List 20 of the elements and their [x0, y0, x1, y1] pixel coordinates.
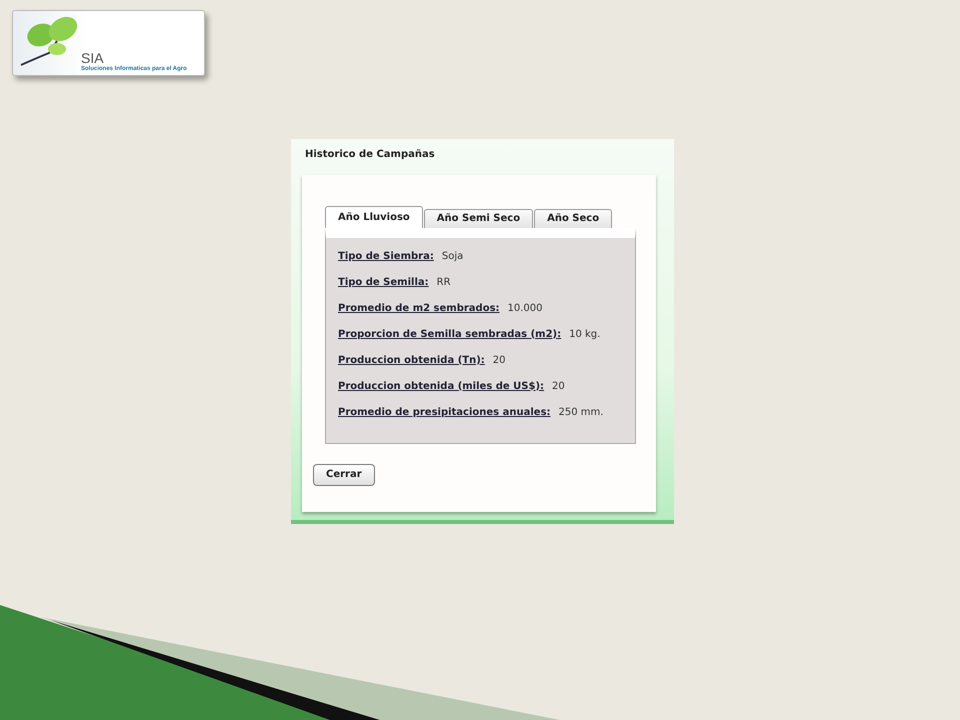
field-value: Soja — [442, 250, 464, 262]
field-value: 10.000 — [508, 302, 543, 314]
field-label: Tipo de Siembra: — [338, 250, 434, 262]
tab[interactable]: Año Lluvioso — [325, 206, 423, 228]
field-label: Promedio de m2 sembrados: — [338, 302, 500, 314]
tab[interactable]: Año Seco — [534, 209, 612, 228]
dialog-title: Historico de Campañas — [305, 149, 436, 160]
field-label: Proporcion de Semilla sembradas (m2): — [338, 328, 562, 340]
field-label: Produccion obtenida (Tn): — [338, 354, 485, 366]
tab[interactable]: Año Semi Seco — [424, 209, 534, 228]
field-value: 20 — [552, 380, 565, 392]
logo-title: SIA — [81, 50, 104, 66]
field-value: 10 kg. — [569, 328, 600, 340]
field-label: Produccion obtenida (miles de US$): — [338, 380, 544, 392]
field-value: 250 mm. — [558, 406, 604, 418]
close-button[interactable]: Cerrar — [313, 464, 375, 486]
field-label: Tipo de Semilla: — [338, 276, 429, 288]
field-label: Promedio de presipitaciones anuales: — [338, 406, 551, 418]
field-value: RR — [436, 276, 451, 288]
field-value: 20 — [492, 354, 506, 366]
